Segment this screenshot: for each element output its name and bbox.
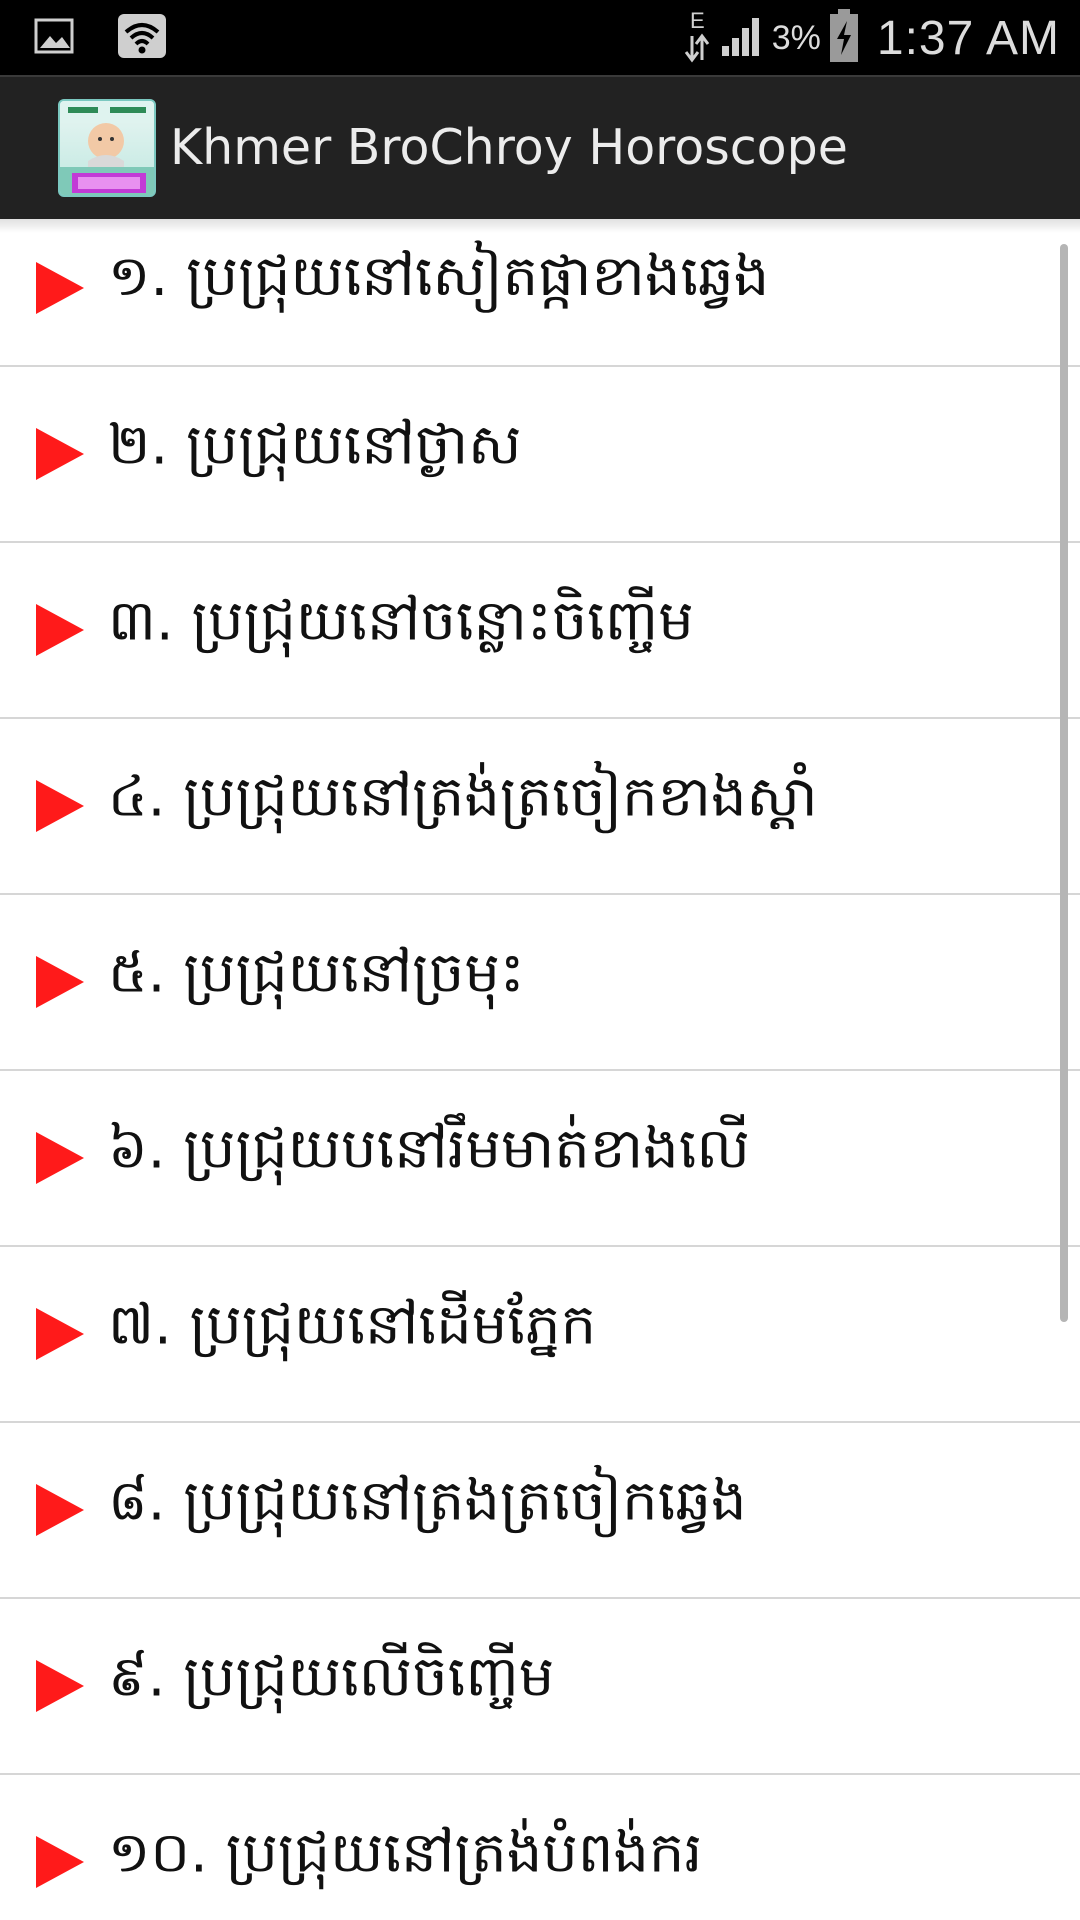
list-item[interactable]: ២. ប្រជ្រុយនៅថ្ងាស <box>0 367 1080 543</box>
arrow-right-icon <box>36 428 84 480</box>
arrow-right-icon <box>36 1132 84 1184</box>
list-item-label: ២. ប្រជ្រុយនៅថ្ងាស <box>108 412 522 478</box>
image-icon <box>34 16 74 60</box>
app-title: Khmer BroChroy Horoscope <box>170 119 848 176</box>
list-item[interactable]: ៦. ប្រជ្រុយបនៅរឹមមាត់ខាងលើ <box>0 1071 1080 1247</box>
arrow-right-icon <box>36 1660 84 1712</box>
battery-charging-icon <box>829 9 859 67</box>
list-item-label: ៩. ប្រជ្រុយលើចិញ្ចើម <box>108 1644 555 1710</box>
battery-percent: 3% <box>771 18 821 57</box>
action-bar: Khmer BroChroy Horoscope <box>0 75 1080 219</box>
signal-icon <box>720 14 764 62</box>
arrow-right-icon <box>36 1484 84 1536</box>
arrow-right-icon <box>36 1836 84 1888</box>
list-item-label: ៤. ប្រជ្រុយនៅត្រង់ត្រចៀកខាងស្តាំ <box>108 764 818 830</box>
list-item[interactable]: ១. ប្រជ្រុយនៅសៀតផ្កាខាងឆ្វេង <box>0 219 1080 367</box>
list-item[interactable]: ៥. ប្រជ្រុយនៅច្រមុះ <box>0 895 1080 1071</box>
list-item-label: ៦. ប្រជ្រុយបនៅរឹមមាត់ខាងលើ <box>108 1116 750 1182</box>
list-item[interactable]: ៧. ប្រជ្រុយនៅដើមភ្នែក <box>0 1247 1080 1423</box>
arrow-right-icon <box>36 956 84 1008</box>
horoscope-list[interactable]: ១. ប្រជ្រុយនៅសៀតផ្កាខាងឆ្វេង ២. ប្រជ្រុយ… <box>0 219 1080 1920</box>
clock: 1:37 AM <box>876 11 1060 65</box>
list-item[interactable]: ៩. ប្រជ្រុយលើចិញ្ចើម <box>0 1599 1080 1775</box>
arrow-right-icon <box>36 262 84 314</box>
wifi-icon <box>118 14 166 62</box>
action-bar-shadow <box>0 219 1080 233</box>
list-item-label: ១០. ប្រជ្រុយនៅត្រង់បំពង់ករ <box>108 1820 703 1886</box>
arrow-right-icon <box>36 604 84 656</box>
list-item-label: ៥. ប្រជ្រុយនៅច្រមុះ <box>108 940 525 1006</box>
list-item-label: ៧. ប្រជ្រុយនៅដើមភ្នែក <box>108 1292 597 1358</box>
list-item[interactable]: ៣. ប្រជ្រុយនៅចន្លោះចិញ្ចើម <box>0 543 1080 719</box>
arrow-right-icon <box>36 1308 84 1360</box>
app-logo-icon[interactable] <box>58 99 156 197</box>
list-item[interactable]: ១០. ប្រជ្រុយនៅត្រង់បំពង់ករ <box>0 1775 1080 1920</box>
network-type-text: E <box>690 8 705 33</box>
list-item-label: ៣. ប្រជ្រុយនៅចន្លោះចិញ្ចើម <box>108 588 694 654</box>
list-item[interactable]: ៤. ប្រជ្រុយនៅត្រង់ត្រចៀកខាងស្តាំ <box>0 719 1080 895</box>
list-item[interactable]: ៨. ប្រជ្រុយនៅត្រងត្រចៀកឆ្វេង <box>0 1423 1080 1599</box>
data-arrows-icon: E <box>682 8 712 68</box>
list-item-label: ១. ប្រជ្រុយនៅសៀតផ្កាខាងឆ្វេង <box>108 244 770 310</box>
scrollbar[interactable] <box>1060 244 1068 1322</box>
list-item-label: ៨. ប្រជ្រុយនៅត្រងត្រចៀកឆ្វេង <box>108 1468 747 1534</box>
status-bar: E 3% 1:37 AM <box>0 0 1080 75</box>
arrow-right-icon <box>36 780 84 832</box>
